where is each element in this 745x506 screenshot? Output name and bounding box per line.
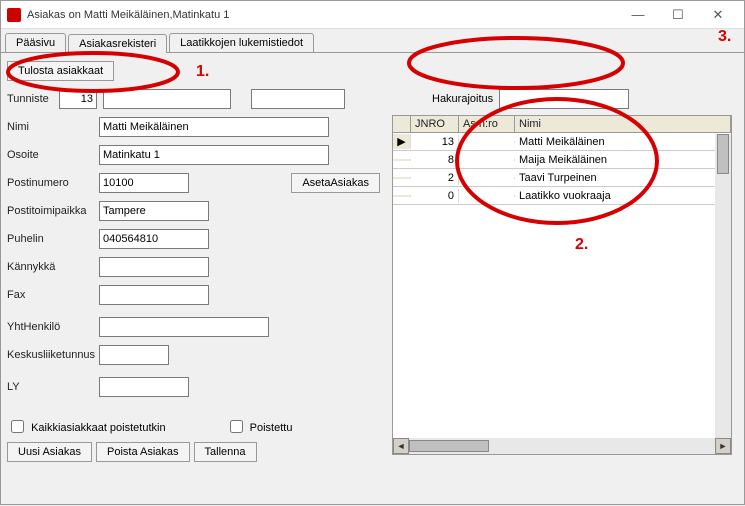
poistettukin-checkbox[interactable]: Kaikkiasiakkaat poistetutkin bbox=[7, 415, 166, 434]
close-button[interactable]: ✕ bbox=[698, 3, 738, 27]
cell-asnro bbox=[459, 195, 515, 197]
grid-header-jnro[interactable]: JNRO bbox=[411, 116, 459, 132]
row-selector-icon[interactable] bbox=[393, 159, 411, 161]
cell-asnro bbox=[459, 141, 515, 143]
app-icon bbox=[7, 8, 21, 22]
keskusliiketunnus-input[interactable] bbox=[99, 345, 169, 365]
poistettukin-checkbox-input[interactable] bbox=[11, 420, 24, 433]
postinumero-input[interactable] bbox=[99, 173, 189, 193]
titlebar: Asiakas on Matti Meikäläinen,Matinkatu 1… bbox=[1, 1, 744, 29]
tallenna-button[interactable]: Tallenna bbox=[194, 442, 257, 462]
fax-label: Fax bbox=[7, 289, 99, 301]
cell-jnro: 0 bbox=[411, 189, 459, 203]
puhelin-input[interactable] bbox=[99, 229, 209, 249]
grid-body: ▶13 Matti Meikäläinen 8 Maija Meikäläinen 2 T… bbox=[393, 133, 731, 205]
kannykka-label: Kännykkä bbox=[7, 261, 99, 273]
search-input[interactable] bbox=[499, 89, 629, 109]
fax-input[interactable] bbox=[99, 285, 209, 305]
body-area: Tulosta asiakkaat Tunniste Nimi Osoite P… bbox=[1, 53, 744, 504]
window-title: Asiakas on Matti Meikäläinen,Matinkatu 1 bbox=[27, 9, 618, 21]
scroll-left-icon[interactable]: ◄ bbox=[393, 438, 409, 454]
poistettu-checkbox[interactable]: Poistettu bbox=[226, 415, 293, 434]
grid-header-rowsel bbox=[393, 116, 411, 132]
ly-input[interactable] bbox=[99, 377, 189, 397]
horizontal-scrollbar[interactable]: ◄ ► bbox=[393, 438, 731, 454]
horizontal-scroll-track[interactable] bbox=[409, 438, 715, 454]
cell-jnro: 13 bbox=[411, 135, 459, 149]
vertical-scrollbar[interactable] bbox=[715, 134, 731, 438]
poistettukin-label: Kaikkiasiakkaat poistetutkin bbox=[31, 422, 166, 434]
nimi-input[interactable] bbox=[99, 117, 329, 137]
keskusliiketunnus-label: Keskusliiketunnus bbox=[7, 349, 99, 361]
kannykka-input[interactable] bbox=[99, 257, 209, 277]
table-row[interactable]: 2 Taavi Turpeinen bbox=[393, 169, 731, 187]
tunniste-extra1-input[interactable] bbox=[103, 89, 231, 109]
poistettu-checkbox-input[interactable] bbox=[230, 420, 243, 433]
grid-header-asnro[interactable]: As n:ro bbox=[459, 116, 515, 132]
tab-paasivu[interactable]: Pääsivu bbox=[5, 33, 66, 52]
tunniste-input[interactable] bbox=[59, 89, 97, 109]
cell-jnro: 8 bbox=[411, 153, 459, 167]
cell-asnro bbox=[459, 159, 515, 161]
maximize-button[interactable]: ☐ bbox=[658, 3, 698, 27]
cell-nimi: Maija Meikäläinen bbox=[515, 153, 731, 167]
row-selector-icon[interactable] bbox=[393, 195, 411, 197]
osoite-label: Osoite bbox=[7, 149, 99, 161]
osoite-input[interactable] bbox=[99, 145, 329, 165]
poista-asiakas-button[interactable]: Poista Asiakas bbox=[96, 442, 190, 462]
cell-nimi: Taavi Turpeinen bbox=[515, 171, 731, 185]
vertical-scroll-thumb[interactable] bbox=[717, 134, 729, 174]
list-panel: Hakurajoitus JNRO As n:ro Nimi ▶13 Matti … bbox=[386, 53, 744, 504]
ly-label: LY bbox=[7, 381, 99, 393]
minimize-button[interactable]: — bbox=[618, 3, 658, 27]
form-panel: Tulosta asiakkaat Tunniste Nimi Osoite P… bbox=[1, 53, 386, 504]
window-buttons: — ☐ ✕ bbox=[618, 3, 738, 27]
cell-jnro: 2 bbox=[411, 171, 459, 185]
tab-asiakasrekisteri[interactable]: Asiakasrekisteri bbox=[68, 34, 167, 53]
uusi-asiakas-button[interactable]: Uusi Asiakas bbox=[7, 442, 92, 462]
yhthenkilo-input[interactable] bbox=[99, 317, 269, 337]
yhthenkilo-label: YhtHenkilö bbox=[7, 321, 99, 333]
postitoimipaikka-input[interactable] bbox=[99, 201, 209, 221]
search-label: Hakurajoitus bbox=[432, 93, 493, 105]
tab-laatikkojen[interactable]: Laatikkojen lukemistiedot bbox=[169, 33, 314, 52]
grid-header: JNRO As n:ro Nimi bbox=[393, 116, 731, 133]
aseta-asiakas-button[interactable]: AsetaAsiakas bbox=[291, 173, 380, 193]
table-row[interactable]: 0 Laatikko vuokraaja bbox=[393, 187, 731, 205]
postinumero-label: Postinumero bbox=[7, 177, 99, 189]
print-customers-button[interactable]: Tulosta asiakkaat bbox=[7, 61, 114, 81]
row-selector-icon[interactable] bbox=[393, 177, 411, 179]
poistettu-label: Poistettu bbox=[250, 422, 293, 434]
tunniste-label: Tunniste bbox=[7, 93, 59, 105]
nimi-label: Nimi bbox=[7, 121, 99, 133]
table-row[interactable]: 8 Maija Meikäläinen bbox=[393, 151, 731, 169]
row-selector-icon[interactable]: ▶ bbox=[393, 134, 411, 149]
puhelin-label: Puhelin bbox=[7, 233, 99, 245]
cell-nimi: Laatikko vuokraaja bbox=[515, 189, 731, 203]
table-row[interactable]: ▶13 Matti Meikäläinen bbox=[393, 133, 731, 151]
app-window: Asiakas on Matti Meikäläinen,Matinkatu 1… bbox=[0, 0, 745, 505]
grid-header-nimi[interactable]: Nimi bbox=[515, 116, 731, 132]
cell-nimi: Matti Meikäläinen bbox=[515, 135, 731, 149]
horizontal-scroll-thumb[interactable] bbox=[409, 440, 489, 452]
tunniste-extra2-input[interactable] bbox=[251, 89, 345, 109]
customer-grid[interactable]: JNRO As n:ro Nimi ▶13 Matti Meikäläinen 8 M… bbox=[392, 115, 732, 455]
cell-asnro bbox=[459, 177, 515, 179]
tab-bar: Pääsivu Asiakasrekisteri Laatikkojen luk… bbox=[1, 29, 744, 53]
scroll-right-icon[interactable]: ► bbox=[715, 438, 731, 454]
postitoimipaikka-label: Postitoimipaikka bbox=[7, 205, 99, 217]
